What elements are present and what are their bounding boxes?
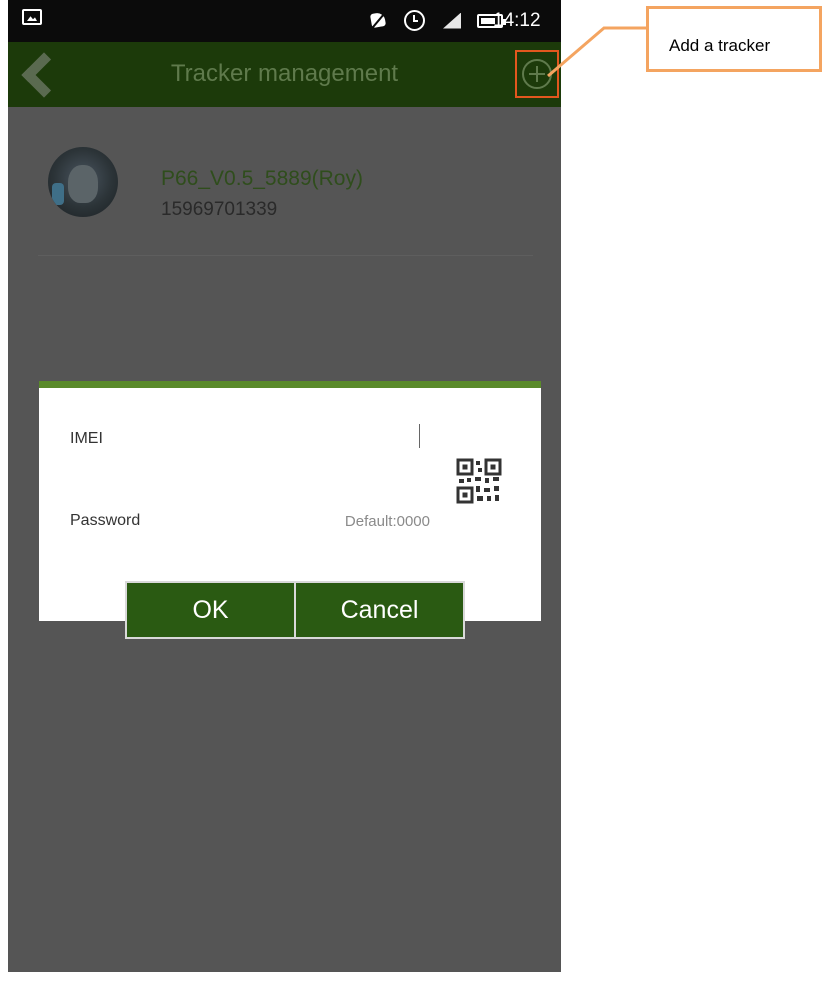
- status-time: 14:12: [493, 10, 541, 31]
- text-cursor: [419, 424, 420, 448]
- callout-box: Add a tracker: [646, 6, 822, 72]
- app-header: Tracker management: [8, 42, 561, 107]
- add-tracker-button[interactable]: [515, 50, 559, 98]
- tracker-list-item[interactable]: P66_V0.5_5889(Roy) 15969701339: [38, 135, 533, 256]
- add-tracker-dialog: IMEI Password OK Can: [39, 388, 541, 639]
- add-icon: [522, 59, 552, 89]
- cancel-button[interactable]: Cancel: [294, 581, 465, 639]
- password-label: Password: [70, 512, 141, 529]
- mute-icon: [368, 9, 390, 31]
- signal-icon: [439, 9, 463, 31]
- ok-button[interactable]: OK: [125, 581, 296, 639]
- gallery-icon: [22, 9, 42, 25]
- tracker-name: P66_V0.5_5889(Roy): [161, 167, 363, 190]
- dialog-accent-bar: [39, 381, 541, 388]
- qr-code-icon[interactable]: [456, 458, 502, 504]
- imei-label: IMEI: [70, 430, 103, 447]
- tracker-phone: 15969701339: [161, 199, 278, 220]
- phone-screen: 14:12 Tracker management P66_V0.5_5889(R…: [8, 0, 561, 972]
- status-bar: 14:12: [8, 0, 561, 42]
- imei-input[interactable]: [214, 418, 433, 456]
- page-title: Tracker management: [170, 60, 399, 87]
- status-icons: [368, 8, 506, 31]
- avatar: [48, 147, 118, 217]
- callout-text: Add a tracker: [669, 36, 771, 55]
- alarm-icon: [404, 10, 425, 31]
- password-input[interactable]: [214, 502, 432, 540]
